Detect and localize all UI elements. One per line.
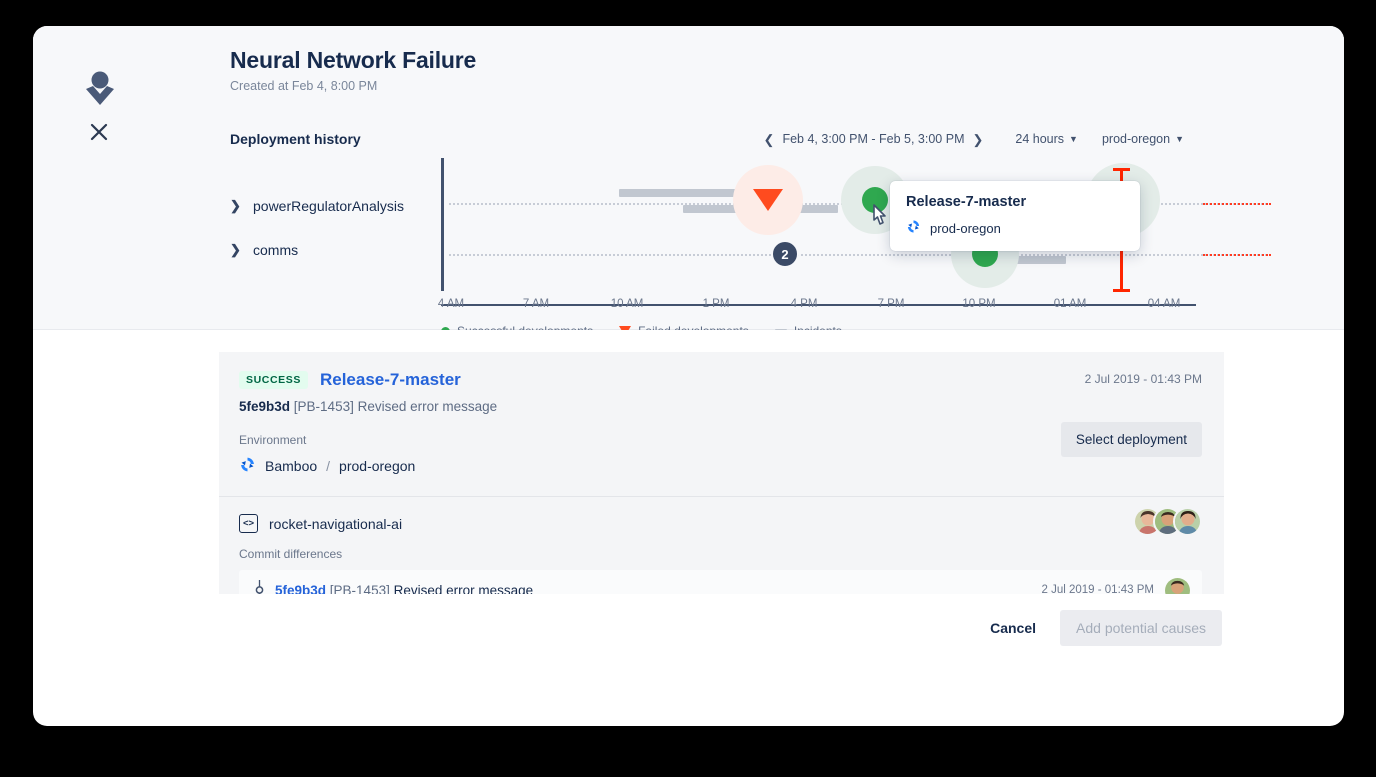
deployment-env-name: prod-oregon xyxy=(339,458,415,474)
chart-row-tree: ❯ powerRegulatorAnalysis ❯ comms xyxy=(230,158,440,283)
modal-footer: Cancel Add potential causes xyxy=(33,594,1344,660)
x-tick: 1 PM xyxy=(703,298,730,310)
interval-dropdown[interactable]: 24 hours ▼ xyxy=(1015,132,1078,146)
history-controls: ❮ Feb 4, 3:00 PM - Feb 5, 3:00 PM ❯ 24 h… xyxy=(756,132,1184,146)
avatar[interactable] xyxy=(1173,507,1202,536)
tree-item-comms[interactable]: ❯ comms xyxy=(230,239,440,261)
deployment-commit-message: [PB-1453] Revised error message xyxy=(294,399,497,414)
incident-row-extension xyxy=(1203,254,1271,256)
cancel-button[interactable]: Cancel xyxy=(980,611,1046,645)
next-range-button[interactable]: ❯ xyxy=(964,133,991,146)
separator: / xyxy=(326,458,330,474)
repo-row: <> rocket-navigational-ai xyxy=(239,514,1202,533)
tooltip-environment: prod-oregon xyxy=(906,219,1124,237)
cursor-pointer-icon xyxy=(870,204,892,235)
environment-label: prod-oregon xyxy=(1102,132,1170,146)
date-range-label: Feb 4, 3:00 PM - Feb 5, 3:00 PM xyxy=(782,132,964,146)
status-badge: SUCCESS xyxy=(239,371,308,389)
tree-item-label: comms xyxy=(253,242,298,258)
chevron-down-icon: ▼ xyxy=(1069,134,1078,144)
section-title: Deployment history xyxy=(230,131,361,147)
incident-row-extension xyxy=(1203,203,1271,205)
x-tick: 04 AM xyxy=(1148,298,1181,310)
environment-dropdown[interactable]: prod-oregon ▼ xyxy=(1102,132,1184,146)
chart-x-tick-labels: 4 AM 7 AM 10 AM 1 PM 4 PM 7 PM 10 PM 01 … xyxy=(441,298,1196,316)
chevron-right-icon: ❯ xyxy=(230,242,239,258)
deployment-card-header: SUCCESS Release-7-master 5fe9b3d [PB-145… xyxy=(219,352,1224,496)
deployment-title-row: SUCCESS Release-7-master xyxy=(239,370,1202,390)
repo-name: rocket-navigational-ai xyxy=(269,516,402,532)
bamboo-icon xyxy=(239,456,256,476)
incident-header: Neural Network Failure Created at Feb 4,… xyxy=(230,45,476,94)
person-icon xyxy=(83,68,117,106)
x-tick: 10 PM xyxy=(962,298,995,310)
chevron-right-icon: ❯ xyxy=(230,198,239,214)
chart-tooltip: Release-7-master prod-oregon xyxy=(890,181,1140,251)
commit-differences-label: Commit differences xyxy=(239,547,1202,561)
environment-section-label: Environment xyxy=(239,433,1202,447)
page-title: Neural Network Failure xyxy=(230,45,476,75)
deployment-tool-name: Bamboo xyxy=(265,458,317,474)
deployment-chart: ❯ powerRegulatorAnalysis ❯ comms xyxy=(33,158,1344,338)
x-tick: 10 AM xyxy=(611,298,644,310)
incident-marker-cap-top xyxy=(1113,168,1130,171)
code-brackets-icon: <> xyxy=(239,514,258,533)
x-tick: 7 PM xyxy=(878,298,905,310)
chevron-down-icon: ▼ xyxy=(1175,134,1184,144)
chart-row-line-2 xyxy=(449,254,1271,256)
deployment-history-section: Neural Network Failure Created at Feb 4,… xyxy=(33,26,1344,330)
history-toolbar: Deployment history ❮ Feb 4, 3:00 PM - Fe… xyxy=(230,131,1184,147)
release-link[interactable]: Release-7-master xyxy=(320,370,461,390)
deployment-commit-hash: 5fe9b3d xyxy=(239,399,290,414)
contributor-avatars xyxy=(1133,507,1202,536)
tooltip-title: Release-7-master xyxy=(906,194,1124,210)
x-tick: 01 AM xyxy=(1054,298,1087,310)
tooltip-env-label: prod-oregon xyxy=(930,221,1001,236)
potential-causes-body: SUCCESS Release-7-master 5fe9b3d [PB-145… xyxy=(33,330,1344,660)
deployment-commit-summary: 5fe9b3d [PB-1453] Revised error message xyxy=(239,399,1202,414)
environment-value-row: Bamboo / prod-oregon xyxy=(239,456,1202,476)
x-tick: 4 PM xyxy=(791,298,818,310)
interval-label: 24 hours xyxy=(1015,132,1064,146)
incident-count-badge[interactable]: 2 xyxy=(771,240,799,268)
failed-deployment-marker[interactable] xyxy=(753,189,783,211)
deployment-timestamp: 2 Jul 2019 - 01:43 PM xyxy=(1085,372,1202,386)
close-icon[interactable] xyxy=(86,119,112,145)
bamboo-icon xyxy=(906,219,921,237)
chart-y-axis xyxy=(441,158,444,291)
created-timestamp: Created at Feb 4, 8:00 PM xyxy=(230,78,476,94)
incident-marker-cap-bottom xyxy=(1113,289,1130,292)
tree-item-powerregulatoranalysis[interactable]: ❯ powerRegulatorAnalysis xyxy=(230,195,440,217)
incident-modal: Neural Network Failure Created at Feb 4,… xyxy=(33,26,1344,726)
prev-range-button[interactable]: ❮ xyxy=(756,133,783,146)
tree-item-label: powerRegulatorAnalysis xyxy=(253,198,404,214)
select-deployment-button[interactable]: Select deployment xyxy=(1061,422,1202,457)
x-tick: 4 AM xyxy=(438,298,464,310)
add-potential-causes-button[interactable]: Add potential causes xyxy=(1060,610,1222,646)
x-tick: 7 AM xyxy=(523,298,549,310)
